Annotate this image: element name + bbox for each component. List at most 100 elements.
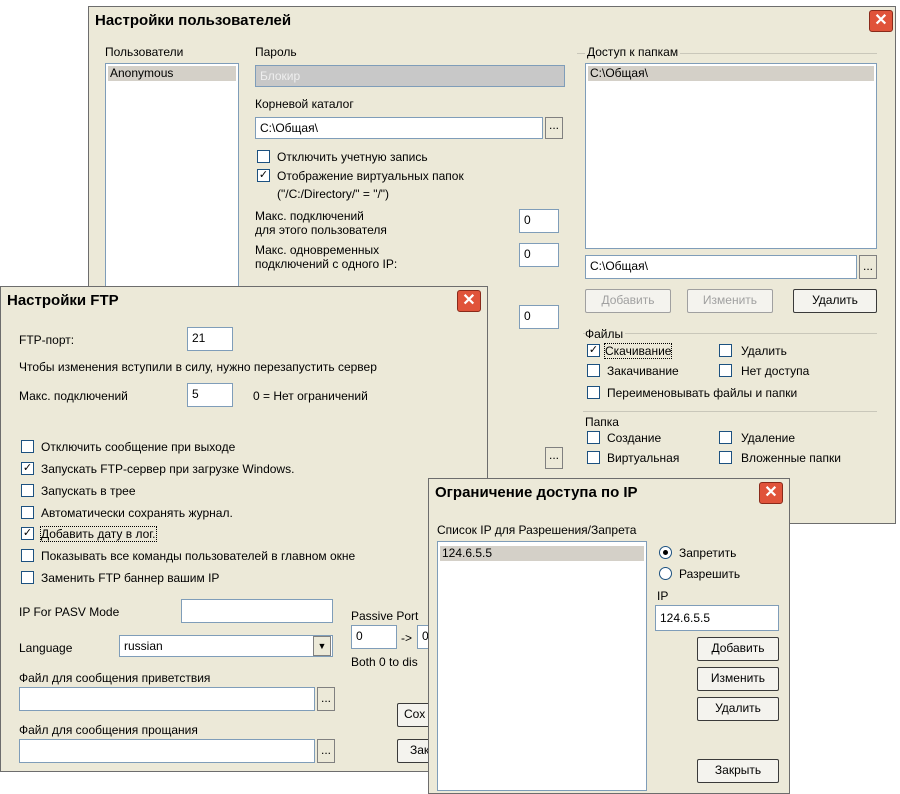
ip-list-label: Список IP для Разрешения/Запрета: [437, 523, 637, 537]
download-label: Скачивание: [603, 343, 673, 359]
max-conn-label: Макс. подключений: [19, 389, 128, 403]
list-item[interactable]: Anonymous: [108, 66, 236, 81]
list-item[interactable]: 124.6.5.5: [440, 546, 644, 561]
ip-restriction-title: Ограничение доступа по IP: [435, 484, 638, 501]
banner-ip-checkbox[interactable]: [21, 571, 34, 584]
ip-list[interactable]: 124.6.5.5: [437, 541, 647, 791]
no-access-checkbox[interactable]: [719, 364, 732, 377]
goodbye-file-browse-button[interactable]: ...: [317, 739, 335, 763]
disable-account-checkbox[interactable]: [257, 150, 270, 163]
ftp-port-field[interactable]: 21: [187, 327, 233, 351]
chevron-down-icon[interactable]: ▼: [313, 636, 331, 656]
rename-label: Переименовывать файлы и папки: [607, 386, 798, 400]
max-conn-ip-label-2: подключений с одного IP:: [255, 257, 398, 271]
download-checkbox[interactable]: ✓: [587, 344, 600, 357]
nested-dirs-checkbox[interactable]: [719, 451, 732, 464]
goodbye-file-label: Файл для сообщения прощания: [19, 723, 198, 737]
file-delete-checkbox[interactable]: [719, 344, 732, 357]
max-conn-user-field[interactable]: 0: [519, 209, 559, 233]
folder-browse-button[interactable]: ...: [859, 255, 877, 279]
folders-list[interactable]: C:\Общая\: [585, 63, 877, 249]
user-settings-titlebar[interactable]: Настройки пользователей: [89, 7, 895, 35]
create-dir-label: Создание: [607, 431, 662, 445]
pasv-ip-field[interactable]: [181, 599, 333, 623]
ip-field[interactable]: 124.6.5.5: [655, 605, 779, 631]
pasv-ip-label: IP For PASV Mode: [19, 605, 120, 619]
language-label: Language: [19, 641, 73, 655]
no-access-label: Нет доступа: [741, 364, 810, 378]
hidden-browse-button[interactable]: ...: [545, 447, 563, 469]
folder-path-field[interactable]: C:\Общая\: [585, 255, 857, 279]
create-dir-checkbox[interactable]: [587, 431, 600, 444]
virtual-dirs-checkbox[interactable]: ✓: [257, 169, 270, 182]
passive-port-from-field[interactable]: 0: [351, 625, 397, 649]
root-dir-field[interactable]: C:\Общая\: [255, 117, 543, 139]
ftp-settings-titlebar[interactable]: Настройки FTP: [1, 287, 487, 315]
virtual-dirs-label: Отображение виртуальных папок: [277, 169, 464, 183]
virtual-dirs-hint: ("/C:/Directory/" = "/"): [277, 187, 390, 201]
list-item[interactable]: C:\Общая\: [588, 66, 874, 81]
close-icon[interactable]: ✕: [869, 10, 893, 32]
root-dir-label: Корневой каталог: [255, 97, 354, 111]
password-field[interactable]: Блокир: [255, 65, 565, 87]
ip-restriction-window: Ограничение доступа по IP ✕ Список IP дл…: [428, 478, 790, 794]
max-conn-field[interactable]: 5: [187, 383, 233, 407]
virtual-dir-checkbox[interactable]: [587, 451, 600, 464]
autostart-checkbox[interactable]: ✓: [21, 462, 34, 475]
autostart-label: Запускать FTP-сервер при загрузке Window…: [41, 462, 295, 476]
delete-dir-label: Удаление: [741, 431, 796, 445]
close-icon[interactable]: ✕: [457, 290, 481, 312]
rename-checkbox[interactable]: [587, 386, 600, 399]
disable-exit-msg-checkbox[interactable]: [21, 440, 34, 453]
virtual-dir-label: Виртуальная: [607, 451, 680, 465]
upload-checkbox[interactable]: [587, 364, 600, 377]
max-conn-user-label-2: для этого пользователя: [255, 223, 387, 237]
add-ip-button[interactable]: Добавить: [697, 637, 779, 661]
extra-numeric-field[interactable]: 0: [519, 305, 559, 329]
max-conn-ip-label: Макс. одновременных: [255, 243, 380, 257]
files-label: Файлы: [585, 327, 626, 341]
welcome-file-browse-button[interactable]: ...: [317, 687, 335, 711]
disable-exit-msg-label: Отключить сообщение при выходе: [41, 440, 236, 454]
passive-port-note: Both 0 to dis: [351, 655, 418, 669]
delete-folder-button[interactable]: Удалить: [793, 289, 877, 313]
welcome-file-field[interactable]: [19, 687, 315, 711]
autosave-log-checkbox[interactable]: [21, 506, 34, 519]
max-conn-note: 0 = Нет ограничений: [253, 389, 368, 403]
folder-group: [583, 411, 877, 412]
ftp-port-label: FTP-порт:: [19, 333, 75, 347]
welcome-file-label: Файл для сообщения приветствия: [19, 671, 211, 685]
goodbye-file-field[interactable]: [19, 739, 315, 763]
deny-radio[interactable]: [659, 546, 672, 559]
delete-dir-checkbox[interactable]: [719, 431, 732, 444]
ip-restriction-titlebar[interactable]: Ограничение доступа по IP: [429, 479, 789, 507]
delete-ip-button[interactable]: Удалить: [697, 697, 779, 721]
tray-label: Запускать в трее: [41, 484, 136, 498]
ftp-settings-window: Настройки FTP ✕ FTP-порт: 21 Чтобы измен…: [0, 286, 488, 772]
close-ip-button[interactable]: Закрыть: [697, 759, 779, 783]
passive-port-label: Passive Port: [351, 609, 419, 623]
edit-ip-button[interactable]: Изменить: [697, 667, 779, 691]
passive-port-arrow: ->: [401, 631, 413, 645]
max-conn-ip-field[interactable]: 0: [519, 243, 559, 267]
allow-radio[interactable]: [659, 567, 672, 580]
max-conn-user-label: Макс. подключений: [255, 209, 364, 223]
file-delete-label: Удалить: [741, 344, 787, 358]
ftp-settings-title: Настройки FTP: [7, 292, 119, 309]
deny-label: Запретить: [679, 546, 737, 560]
tray-checkbox[interactable]: [21, 484, 34, 497]
log-date-checkbox[interactable]: ✓: [21, 527, 34, 540]
edit-folder-button[interactable]: Изменить: [687, 289, 773, 313]
add-folder-button[interactable]: Добавить: [585, 289, 671, 313]
users-list[interactable]: Anonymous: [105, 63, 239, 303]
log-date-label: Добавить дату в лог.: [40, 526, 157, 542]
show-commands-checkbox[interactable]: [21, 549, 34, 562]
folder-label: Папка: [585, 415, 619, 429]
restart-note: Чтобы изменения вступили в силу, нужно п…: [19, 360, 377, 374]
language-select[interactable]: russian: [119, 635, 333, 657]
allow-label: Разрешить: [679, 567, 741, 581]
close-icon[interactable]: ✕: [759, 482, 783, 504]
disable-account-label: Отключить учетную запись: [277, 150, 428, 164]
root-dir-browse-button[interactable]: ...: [545, 117, 563, 139]
folder-access-label: Доступ к папкам: [585, 45, 681, 59]
